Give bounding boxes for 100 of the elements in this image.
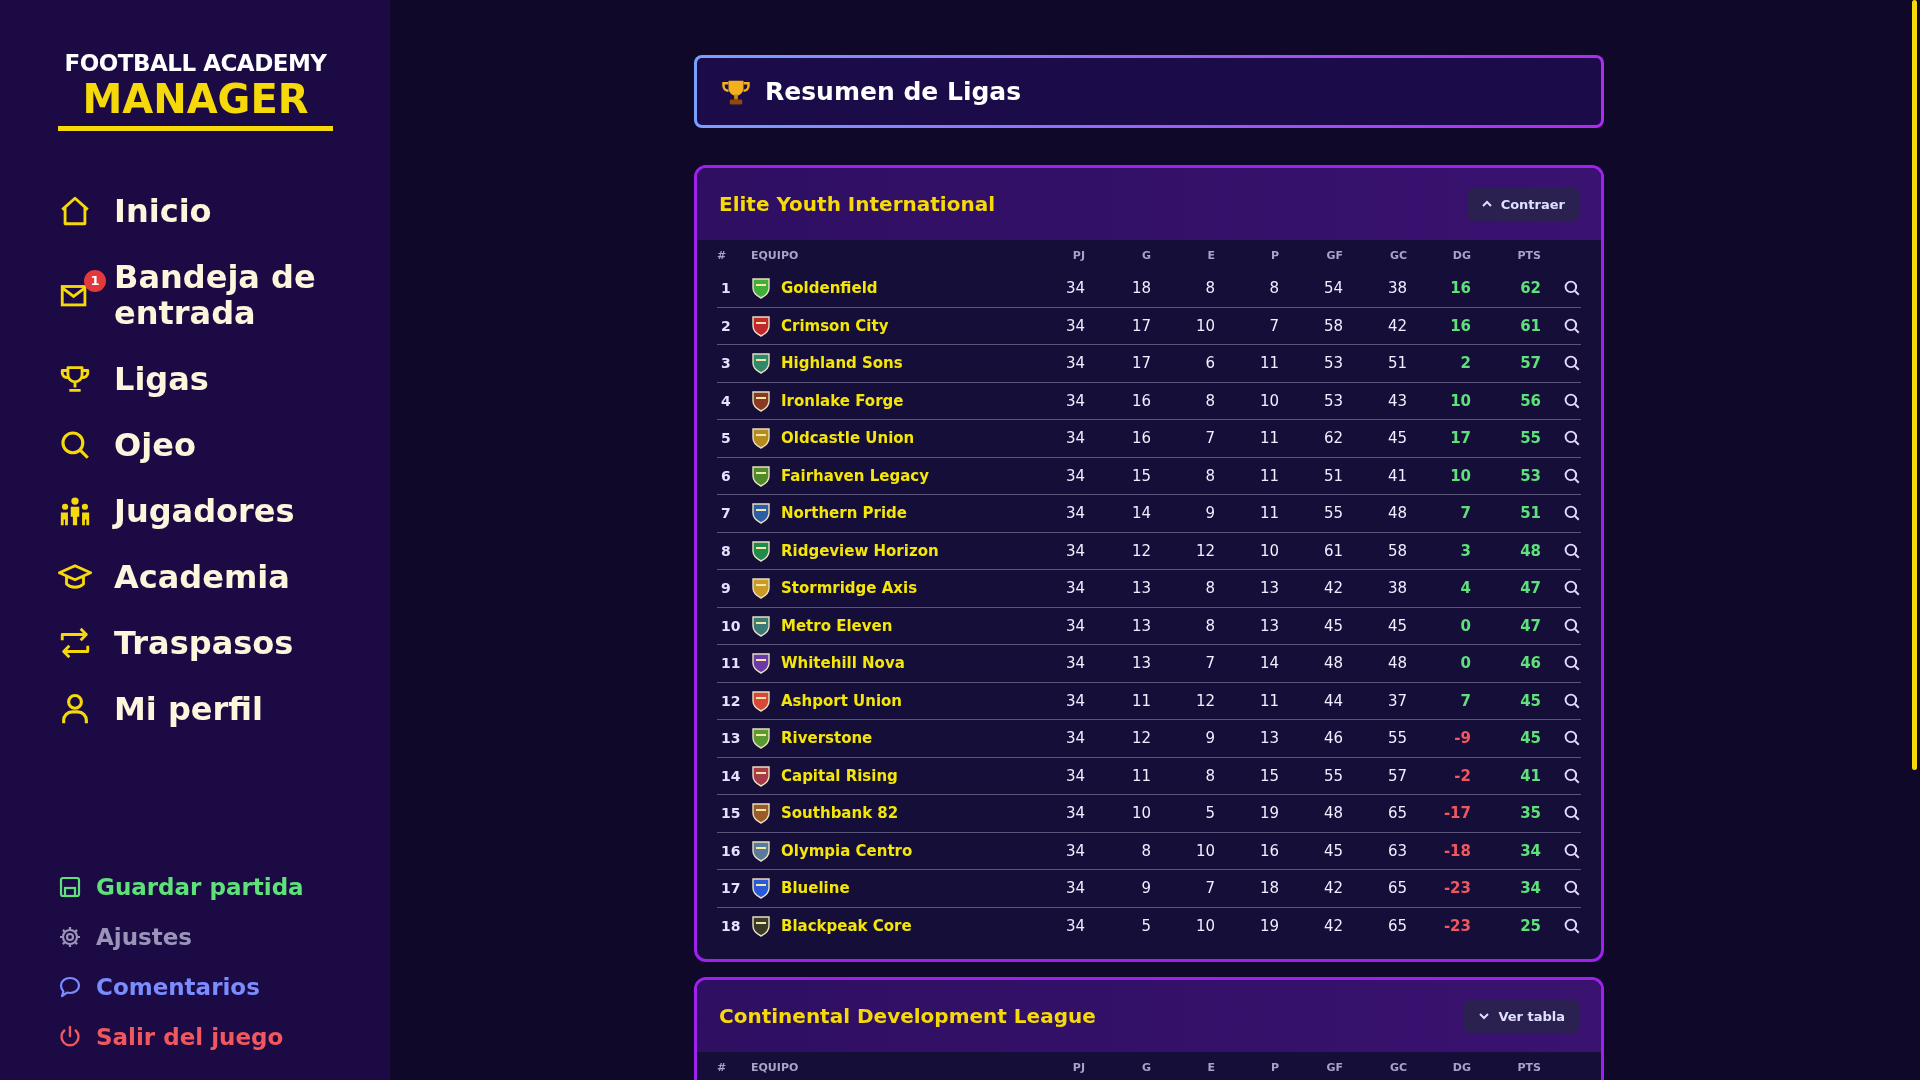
goal-difference-cell-text: 0 <box>1459 654 1471 673</box>
stat-cell-text: 34 <box>1064 316 1085 335</box>
sidebar-action[interactable]: Comentarios <box>58 974 390 1000</box>
search-icon <box>1563 316 1581 335</box>
goal-difference-cell-text: 4 <box>1459 579 1471 598</box>
position-cell-text: 11 <box>720 655 742 672</box>
stat-cell-text: 34 <box>1064 429 1085 448</box>
goal-difference-cell-text: 16 <box>1449 316 1471 335</box>
goal-difference-cell-text: -23 <box>1442 879 1471 898</box>
search-icon <box>1563 504 1581 523</box>
stat-cell-text: 34 <box>1064 691 1085 710</box>
position-cell-text: 5 <box>720 430 732 447</box>
stat-cell-text: 15 <box>1130 466 1151 485</box>
sidebar-action[interactable]: Ajustes <box>58 924 390 950</box>
stat-cell-text: 7 <box>1268 316 1279 335</box>
nav-item[interactable]: Mi perfil <box>58 691 390 727</box>
points-cell-text: 53 <box>1519 466 1541 485</box>
toggle-button[interactable]: Ver tabla <box>1464 999 1579 1033</box>
stat-cell-text: 13 <box>1130 616 1151 635</box>
points-cell-text: 62 <box>1519 279 1541 298</box>
stat-cell-text: 11 <box>1258 429 1279 448</box>
toggle-button[interactable]: Contraer <box>1466 187 1579 221</box>
stat-cell-text: 13 <box>1258 729 1279 748</box>
stat-cell-text: 55 <box>1322 504 1343 523</box>
points-cell-text: 56 <box>1519 391 1541 410</box>
team-name: Highland Sons <box>781 354 903 373</box>
column-header: # <box>717 1060 728 1074</box>
points-cell-text: 47 <box>1519 579 1541 598</box>
stat-cell-text: 11 <box>1258 466 1279 485</box>
nav-item[interactable]: 1 Bandeja de entrada <box>58 259 390 331</box>
stat-cell-text: 45 <box>1322 841 1343 860</box>
goal-difference-cell-text: 10 <box>1449 391 1471 410</box>
search-icon <box>1563 766 1581 785</box>
stat-cell-text: 45 <box>1386 429 1407 448</box>
stat-cell-text: 55 <box>1386 729 1407 748</box>
nav-item[interactable]: Inicio <box>58 193 390 229</box>
page-title: Resumen de Ligas <box>765 77 1022 106</box>
stat-cell-text: 13 <box>1130 579 1151 598</box>
scrollbar[interactable] <box>1912 0 1917 770</box>
stat-cell-text: 7 <box>1204 429 1215 448</box>
stat-cell-text: 18 <box>1258 879 1279 898</box>
stat-cell-text: 34 <box>1064 541 1085 560</box>
nav-item[interactable]: Academia <box>58 559 390 595</box>
team-name: Whitehill Nova <box>781 654 905 673</box>
swap-arrows-icon <box>58 626 92 660</box>
stat-cell-text: 12 <box>1194 691 1215 710</box>
stat-cell-text: 19 <box>1258 917 1279 936</box>
position-cell-text: 18 <box>720 918 742 935</box>
position-cell-text: 15 <box>720 805 742 822</box>
nav-item[interactable]: Jugadores <box>58 493 390 529</box>
stat-cell-text: 44 <box>1322 691 1343 710</box>
stat-cell-text: 16 <box>1130 429 1151 448</box>
column-header: G <box>1140 1060 1151 1074</box>
stat-cell-text: 34 <box>1064 917 1085 936</box>
search-icon <box>1563 841 1581 860</box>
column-header: GF <box>1325 248 1343 262</box>
points-cell-text: 51 <box>1519 504 1541 523</box>
column-header: PJ <box>1071 248 1085 262</box>
nav-item[interactable]: Ligas <box>58 361 390 397</box>
stat-cell-text: 11 <box>1258 354 1279 373</box>
position-cell-text: 9 <box>720 580 732 597</box>
goal-difference-cell-text: 7 <box>1459 504 1471 523</box>
stat-cell-text: 65 <box>1386 879 1407 898</box>
stat-cell-text: 11 <box>1130 766 1151 785</box>
points-cell-text: 48 <box>1519 541 1541 560</box>
stat-cell-text: 6 <box>1204 354 1215 373</box>
stat-cell-text: 34 <box>1064 579 1085 598</box>
column-header: PTS <box>1516 248 1541 262</box>
position-cell-text: 10 <box>720 617 742 634</box>
stat-cell-text: 51 <box>1386 354 1407 373</box>
stat-cell-text: 62 <box>1322 429 1343 448</box>
column-header: GC <box>1388 1060 1407 1074</box>
sidebar-action[interactable]: Salir del juego <box>58 1024 390 1050</box>
search-icon <box>1563 579 1581 598</box>
column-header: PJ <box>1071 1060 1085 1074</box>
stat-cell-text: 8 <box>1204 766 1215 785</box>
stat-cell-text: 11 <box>1130 691 1151 710</box>
team-name: Ashport Union <box>781 691 903 710</box>
stat-cell-text: 53 <box>1322 391 1343 410</box>
team-name: Ironlake Forge <box>781 391 904 410</box>
stat-cell-text: 48 <box>1386 504 1407 523</box>
nav-item[interactable]: Ojeo <box>58 427 390 463</box>
stat-cell-text: 48 <box>1322 804 1343 823</box>
sidebar-action[interactable]: Guardar partida <box>58 874 390 900</box>
stat-cell-text: 51 <box>1322 466 1343 485</box>
stat-cell-text: 34 <box>1064 766 1085 785</box>
position-cell-text: 3 <box>720 355 732 372</box>
search-icon <box>1563 879 1581 898</box>
stat-cell-text: 12 <box>1130 541 1151 560</box>
search-icon <box>1563 541 1581 560</box>
team-name: Blackpeak Core <box>781 917 912 936</box>
column-header: # <box>717 248 728 262</box>
nav-item[interactable]: Traspasos <box>58 625 390 661</box>
goal-difference-cell-text: -18 <box>1442 841 1471 860</box>
logo-title: FOOTBALL ACADEMY <box>64 50 327 76</box>
team-name: Ridgeview Horizon <box>781 541 939 560</box>
stat-cell-text: 45 <box>1386 616 1407 635</box>
team-name: Southbank 82 <box>781 804 899 823</box>
column-header: E <box>1206 1060 1215 1074</box>
notification-badge: 1 <box>84 270 106 292</box>
